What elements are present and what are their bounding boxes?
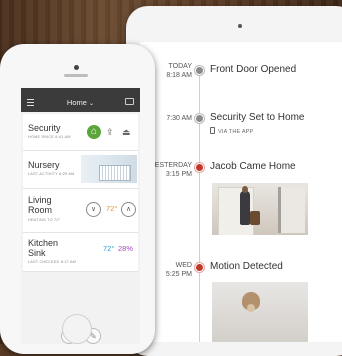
living-room-card[interactable]: Living Room HEATING TO 72° ∨ 72° ∧: [23, 189, 138, 233]
phone-speaker: [64, 74, 88, 77]
humidity-reading: 28%: [118, 244, 134, 253]
bag-shape: [250, 211, 260, 225]
card-subtitle: HOME SINCE 8:41 AM: [28, 135, 71, 139]
card-title: Security: [28, 123, 61, 133]
event-subtitle: VIA THE APP: [210, 127, 253, 135]
timeline-dot-alert: [195, 263, 204, 272]
off-mode-icon[interactable]: ⏏: [122, 127, 131, 138]
timeline-dot-alert: [195, 163, 204, 172]
card-subtitle: LAST ACTIVITY 8:29 AM: [28, 172, 75, 176]
card-title-line2: Room: [28, 205, 53, 215]
activity-timeline-screen[interactable]: TODAY 8:18 AM Front Door Opened 7:30 AM …: [140, 42, 342, 342]
card-subtitle: LAST CHECKED 8:17 AM: [28, 260, 77, 264]
location-selector[interactable]: Home ⌄: [21, 98, 140, 107]
timeline-line: [199, 66, 200, 342]
card-title: Nursery: [28, 160, 60, 170]
crib-shape: [99, 165, 131, 181]
chevron-down-icon: ⌄: [89, 101, 95, 107]
app-header: Home ⌄: [21, 88, 140, 112]
phone-camera: [74, 65, 79, 70]
timeline-dot: [195, 66, 204, 75]
phone-home-button[interactable]: [62, 314, 92, 344]
tablet-camera: [238, 24, 242, 28]
card-title-line1: Living: [28, 195, 52, 205]
home-mode-button[interactable]: [87, 125, 101, 139]
person-head-shape: [242, 186, 248, 193]
away-mode-icon[interactable]: ⇪: [106, 127, 114, 138]
person-shape: [240, 191, 250, 225]
card-subtitle: HEATING TO 72°: [28, 218, 61, 222]
message-icon[interactable]: [125, 98, 134, 105]
door-frame-shape: [278, 187, 305, 233]
dog-snout-shape: [247, 304, 255, 312]
temperature-down-button[interactable]: ∨: [86, 202, 101, 217]
nursery-camera-thumbnail[interactable]: [81, 155, 137, 183]
event-title: Jacob Came Home: [210, 161, 296, 172]
kitchen-sink-card[interactable]: Kitchen Sink LAST CHECKED 8:17 AM 72° 28…: [23, 233, 138, 272]
phone-icon: [210, 127, 215, 134]
event-photo-jacob[interactable]: [212, 183, 308, 235]
event-subtitle-text: VIA THE APP: [218, 129, 254, 135]
temperature-up-button[interactable]: ∧: [121, 202, 136, 217]
timeline-dot: [195, 114, 204, 123]
event-title: Motion Detected: [210, 261, 283, 272]
card-title-line2: Sink: [28, 248, 46, 258]
phone-device: Home ⌄ Security HOME SINCE 8:41 AM ⇪ ⏏ N…: [0, 44, 155, 354]
header-title: Home: [66, 98, 87, 107]
home-dashboard-screen: Home ⌄ Security HOME SINCE 8:41 AM ⇪ ⏏ N…: [21, 88, 140, 344]
event-title: Front Door Opened: [210, 64, 297, 75]
card-title-line1: Kitchen: [28, 238, 59, 248]
event-title: Security Set to Home: [210, 112, 305, 123]
tablet-device: TODAY 8:18 AM Front Door Opened 7:30 AM …: [126, 6, 342, 356]
temperature-setpoint: 72°: [106, 204, 118, 213]
nursery-card[interactable]: Nursery LAST ACTIVITY 8:29 AM: [23, 151, 138, 189]
event-photo-motion[interactable]: [212, 282, 308, 342]
temperature-reading: 72°: [103, 244, 115, 253]
security-card[interactable]: Security HOME SINCE 8:41 AM ⇪ ⏏: [23, 114, 138, 151]
